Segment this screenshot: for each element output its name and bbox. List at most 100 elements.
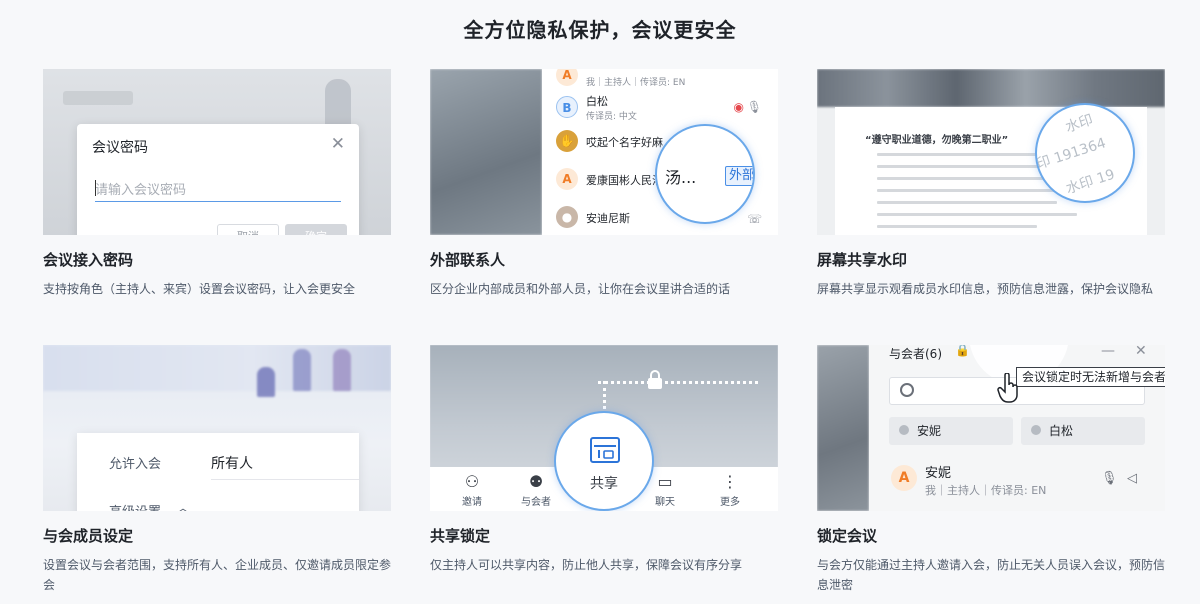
toolbar-label: 与会者 bbox=[521, 497, 551, 508]
card-title: 共享锁定 bbox=[430, 527, 491, 545]
chevron-up-icon[interactable]: ︿ bbox=[177, 499, 189, 511]
card-title: 会议接入密码 bbox=[43, 251, 134, 269]
card-title: 屏幕共享水印 bbox=[817, 251, 908, 269]
watermark: 水印 bbox=[1063, 112, 1096, 136]
list-item-name: 白松 bbox=[586, 95, 608, 108]
lock-tooltip: 会议锁定时无法新增与会者 bbox=[1016, 367, 1165, 387]
text-line bbox=[877, 213, 1077, 216]
search-icon bbox=[900, 383, 914, 397]
minimize-icon[interactable]: — bbox=[1101, 345, 1115, 359]
watermark: 水印 19 bbox=[1064, 166, 1117, 198]
magnifier: 共享 bbox=[554, 411, 654, 511]
external-tag: 外部 bbox=[725, 166, 753, 186]
card-thumbnail: A 我｜主持人｜传译员: EN B 白松 传译员: 中文 ◉ 🎙 ✋ 哎起个名字… bbox=[430, 69, 778, 235]
dotted-connector bbox=[598, 381, 758, 384]
record-icon: ◉ bbox=[733, 100, 744, 114]
list-item-name: 爱康国彬人民汤 bbox=[586, 174, 663, 187]
users-icon: ⚉ bbox=[528, 472, 544, 491]
chip-label: 白松 bbox=[1049, 424, 1074, 438]
close-icon[interactable]: ✕ bbox=[1135, 345, 1147, 359]
hand-cursor-icon bbox=[997, 373, 1018, 403]
text-line bbox=[877, 225, 1037, 228]
participant-chip[interactable]: 白松 bbox=[1021, 417, 1145, 445]
user-icon bbox=[899, 425, 909, 435]
card-thumbnail: 允许入会 所有人 高级设置 ︿ bbox=[43, 345, 391, 511]
participants-panel: 与会者(6) 🔒 — ✕ 安妮 白松 A 安妮 我｜主持人｜传译员: EN 🎙 … bbox=[869, 345, 1165, 511]
more-icon: ⋮ bbox=[722, 472, 738, 491]
card-title: 外部联系人 bbox=[430, 251, 506, 269]
cancel-button[interactable]: 取消 bbox=[217, 224, 279, 235]
user-icon bbox=[1031, 425, 1041, 435]
blurred-video bbox=[430, 69, 542, 235]
list-item-name: 安迪尼斯 bbox=[586, 212, 630, 225]
text-line bbox=[877, 165, 1047, 168]
avatar: A bbox=[556, 69, 578, 86]
card-description: 设置会议与会者范围，支持所有人、企业成员、仅邀请成员限定参会 bbox=[43, 558, 392, 592]
password-dialog: 会议密码 ✕ 请输入会议密码 取消 确定 bbox=[77, 124, 359, 235]
card-description: 屏幕共享显示观看成员水印信息，预防信息泄露，保护会议隐私 bbox=[817, 282, 1154, 296]
toolbar-label: 邀请 bbox=[462, 497, 482, 508]
toolbar-participants[interactable]: ⚉ 与会者 bbox=[512, 472, 560, 509]
dialog-title: 会议密码 bbox=[92, 140, 148, 156]
toolbar-label: 聊天 bbox=[655, 497, 675, 508]
confirm-button[interactable]: 确定 bbox=[285, 224, 347, 235]
add-user-icon: ⚇ bbox=[464, 472, 480, 491]
card-thumbnail: 与会者(6) 🔒 — ✕ 安妮 白松 A 安妮 我｜主持人｜传译员: EN 🎙 … bbox=[817, 345, 1165, 511]
card-description: 区分企业内部成员和外部人员，让你在会议里讲合适的话 bbox=[430, 282, 731, 296]
avatar: ✋ bbox=[556, 130, 578, 152]
blurred-figure bbox=[257, 367, 275, 397]
allow-join-value[interactable]: 所有人 bbox=[211, 453, 253, 473]
phone-icon: ☏ bbox=[746, 212, 762, 226]
card-thumbnail: “遵守职业道德，勿晚第二职业” 水印 印 191364 水印 19 bbox=[817, 69, 1165, 235]
toolbar-label: 更多 bbox=[720, 497, 740, 508]
member-sub: 我｜主持人｜传译员: EN bbox=[925, 484, 1047, 497]
speaker-icon[interactable]: ◁ bbox=[1127, 471, 1137, 486]
avatar: A bbox=[556, 168, 578, 190]
lock-icon bbox=[648, 370, 662, 389]
microphone-icon: 🎙 bbox=[746, 100, 762, 114]
share-label[interactable]: 共享 bbox=[556, 473, 652, 493]
blurred-video-strip bbox=[817, 69, 1165, 107]
close-icon[interactable]: ✕ bbox=[331, 134, 345, 154]
feature-card-share-lock: ⚇ 邀请 ⚉ 与会者 ▭ 聊天 ⋮ 更多 共享 共享锁定 仅主持人可以共享内容，… bbox=[430, 345, 778, 575]
card-thumbnail: ⚇ 邀请 ⚉ 与会者 ▭ 聊天 ⋮ 更多 共享 bbox=[430, 345, 778, 511]
blurred-video bbox=[817, 345, 869, 511]
card-description: 仅主持人可以共享内容，防止他人共享，保障会议有序分享 bbox=[430, 558, 743, 572]
feature-card-meeting-password: 会议密码 ✕ 请输入会议密码 取消 确定 会议接入密码 支持按角色（主持人、来宾… bbox=[43, 69, 391, 299]
share-lock-icon bbox=[590, 437, 620, 463]
member-name: 安妮 bbox=[925, 466, 952, 481]
chip-label: 安妮 bbox=[917, 424, 942, 438]
share-lock-glyph bbox=[594, 445, 616, 459]
card-description: 支持按角色（主持人、来宾）设置会议密码，让入会更安全 bbox=[43, 282, 356, 296]
feature-card-lock-meeting: 与会者(6) 🔒 — ✕ 安妮 白松 A 安妮 我｜主持人｜传译员: EN 🎙 … bbox=[817, 345, 1165, 595]
microphone-icon[interactable]: 🎙 bbox=[1101, 471, 1118, 486]
feature-card-external-contacts: A 我｜主持人｜传译员: EN B 白松 传译员: 中文 ◉ 🎙 ✋ 哎起个名字… bbox=[430, 69, 778, 299]
list-item-name: 哎起个名字好麻 bbox=[586, 136, 663, 149]
password-input[interactable]: 请输入会议密码 bbox=[95, 176, 341, 202]
document-heading: “遵守职业道德，勿晚第二职业” bbox=[865, 135, 1009, 146]
magnifier: 汤... 外部 bbox=[655, 124, 755, 224]
page-title: 全方位隐私保护，会议更安全 bbox=[463, 18, 737, 42]
blurred-figure bbox=[333, 349, 351, 391]
divider bbox=[211, 479, 359, 480]
member-settings-panel: 允许入会 所有人 高级设置 ︿ bbox=[77, 433, 359, 511]
text-line bbox=[877, 201, 1057, 204]
blurred-text bbox=[63, 91, 133, 105]
toolbar-more[interactable]: ⋮ 更多 bbox=[706, 472, 754, 509]
card-title: 与会成员设定 bbox=[43, 527, 134, 545]
allow-join-label: 允许入会 bbox=[109, 457, 162, 472]
lock-icon: 🔒 bbox=[955, 345, 970, 357]
feature-card-screen-watermark: “遵守职业道德，勿晚第二职业” 水印 印 191364 水印 19 屏幕共享水印… bbox=[817, 69, 1165, 299]
advanced-settings-label[interactable]: 高级设置 bbox=[109, 501, 161, 511]
magnifier: 水印 印 191364 水印 19 bbox=[1035, 103, 1135, 203]
avatar: ● bbox=[556, 206, 578, 228]
avatar: A bbox=[891, 465, 917, 491]
toolbar-invite[interactable]: ⚇ 邀请 bbox=[448, 472, 496, 509]
feature-card-member-settings: 允许入会 所有人 高级设置 ︿ 与会成员设定 设置会议与会者范围，支持所有人、企… bbox=[43, 345, 391, 595]
participant-chip[interactable]: 安妮 bbox=[889, 417, 1013, 445]
panel-title: 与会者(6) bbox=[889, 347, 942, 361]
blurred-figure bbox=[293, 349, 311, 391]
magnified-name: 汤... bbox=[665, 168, 697, 187]
card-title: 锁定会议 bbox=[817, 527, 878, 545]
avatar: B bbox=[556, 96, 578, 118]
